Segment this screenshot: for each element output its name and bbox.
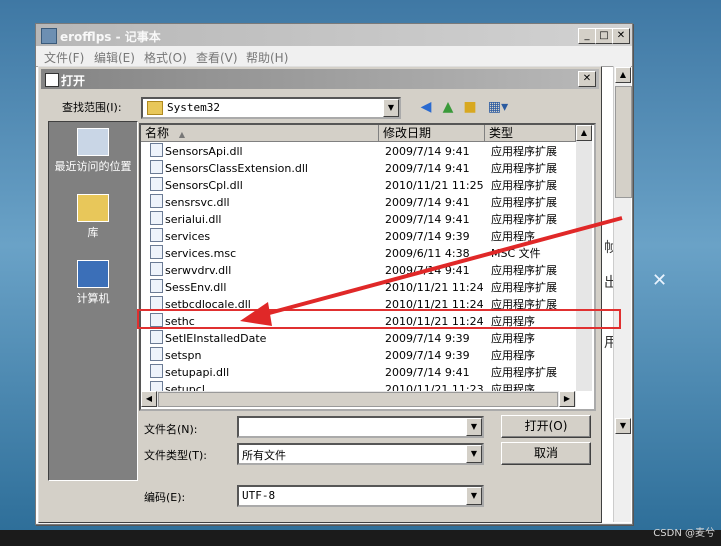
taskbar [0,530,721,546]
watermark: CSDN @麦兮 [653,528,715,539]
red-arrow [240,216,623,326]
